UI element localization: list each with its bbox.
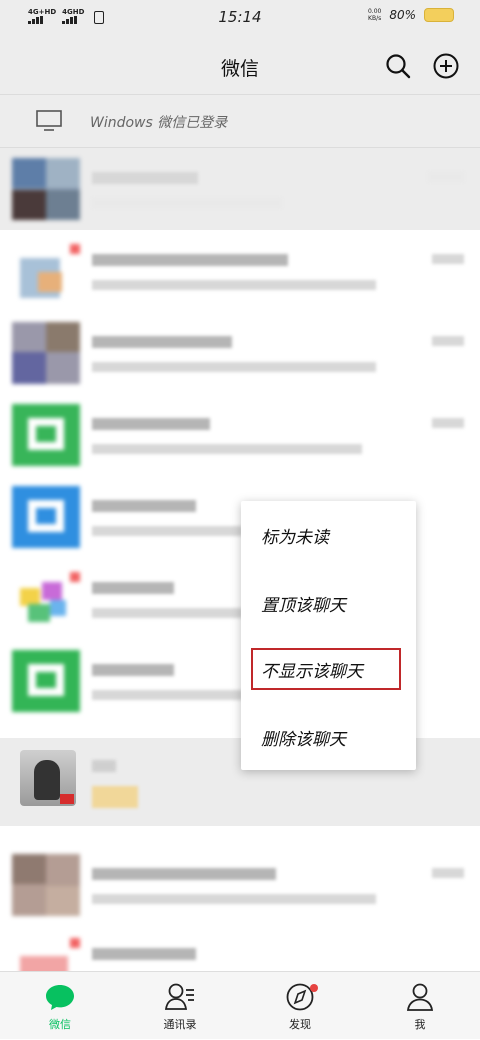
network-speed: 0.00 KB/s [367, 8, 382, 22]
chat-row[interactable] [0, 312, 480, 394]
tab-me[interactable]: 我 [360, 972, 480, 1040]
notification-dot [310, 984, 318, 992]
windows-login-banner[interactable]: Windows 微信已登录 [0, 94, 480, 148]
tab-discover[interactable]: 发现 [240, 972, 360, 1040]
chat-name [92, 868, 276, 880]
chat-preview [92, 526, 242, 536]
chat-row[interactable] [0, 230, 480, 312]
tab-chats[interactable]: 微信 [0, 972, 120, 1040]
chat-preview [92, 280, 376, 290]
chat-preview [92, 608, 242, 618]
chat-time [432, 418, 464, 428]
chat-name [92, 760, 116, 772]
bottom-tab-bar: 微信 通讯录 发现 我 [0, 971, 480, 1039]
chat-name [92, 948, 196, 960]
chat-preview [92, 362, 376, 372]
chat-bubble-icon [46, 985, 74, 1010]
chat-name [92, 500, 196, 512]
chat-name [92, 418, 210, 430]
search-icon[interactable] [384, 52, 412, 80]
app-header: 微信 [0, 36, 480, 94]
chat-name [92, 172, 198, 184]
chat-preview [92, 198, 282, 208]
chat-time [428, 172, 464, 182]
chat-name [92, 664, 174, 676]
status-bar: 4G+HD 4GHD 15:14 0.00 KB/s 80% [0, 0, 480, 36]
avatar [12, 650, 80, 712]
avatar [12, 404, 80, 466]
menu-item-delete-chat[interactable]: 删除该聊天 [261, 725, 346, 750]
menu-item-mark-unread[interactable]: 标为未读 [261, 523, 329, 548]
chat-preview [92, 894, 376, 904]
status-right: 0.00 KB/s 80% [368, 8, 454, 22]
avatar [20, 750, 76, 806]
tab-label: 通讯录 [163, 1018, 197, 1031]
avatar [12, 568, 80, 630]
chat-row[interactable] [0, 148, 480, 230]
chat-preview [92, 786, 138, 808]
chat-context-menu: 标为未读 置顶该聊天 不显示该聊天 删除该聊天 [241, 501, 416, 770]
chat-time [432, 868, 464, 878]
add-icon[interactable] [432, 52, 460, 80]
tab-label: 微信 [49, 1018, 71, 1031]
chat-name [92, 336, 232, 348]
battery-percent: 80% [389, 8, 416, 22]
menu-item-pin-chat[interactable]: 置顶该聊天 [261, 591, 346, 616]
avatar [12, 486, 80, 548]
monitor-icon [36, 110, 62, 131]
chat-row[interactable] [0, 394, 480, 476]
avatar [12, 240, 80, 302]
chat-name [92, 254, 288, 266]
menu-item-hide-chat[interactable]: 不显示该聊天 [261, 657, 363, 682]
person-icon [406, 983, 434, 1011]
avatar [12, 854, 80, 916]
tab-label: 发现 [289, 1018, 311, 1031]
chat-time [432, 254, 464, 264]
chat-time [432, 336, 464, 346]
avatar [12, 158, 80, 220]
chat-row[interactable] [0, 844, 480, 926]
avatar [12, 322, 80, 384]
chat-preview [92, 444, 362, 454]
battery-icon [424, 8, 454, 22]
tab-contacts[interactable]: 通讯录 [120, 972, 240, 1040]
contacts-icon [164, 983, 194, 1010]
chat-name [92, 582, 174, 594]
tab-label: 我 [414, 1018, 426, 1031]
login-notice-text: Windows 微信已登录 [90, 115, 228, 131]
chat-preview [92, 690, 242, 700]
flag-icon [60, 794, 74, 804]
